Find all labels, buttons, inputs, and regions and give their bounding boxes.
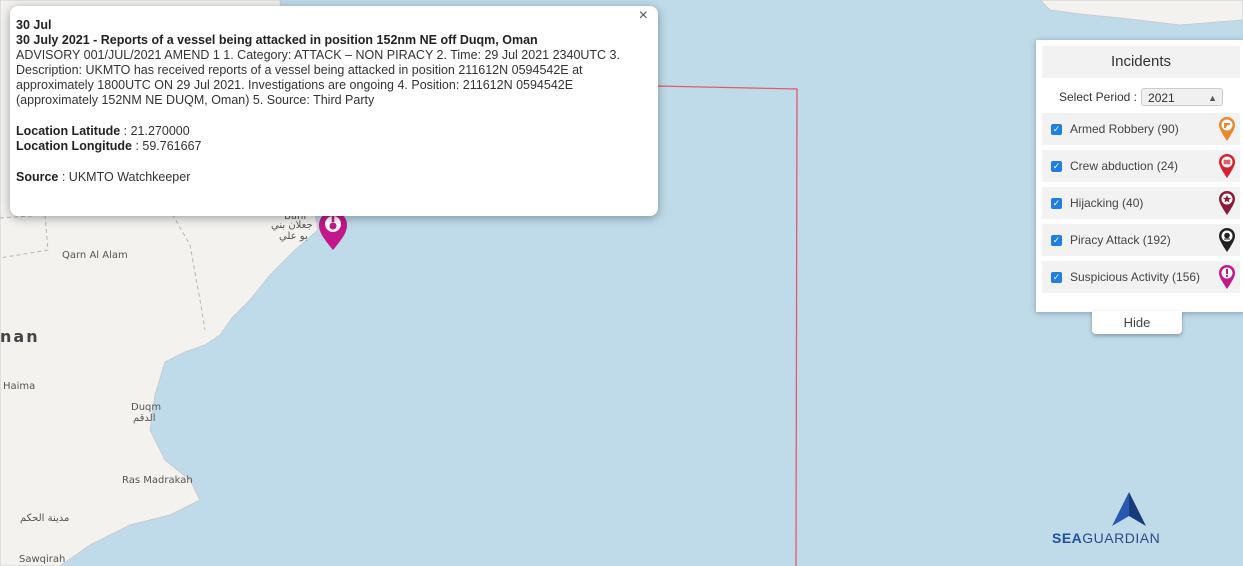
- armed-robbery-icon: [1219, 117, 1235, 141]
- period-select[interactable]: 2021 ▲: [1141, 88, 1224, 106]
- source-value: : UKMTO Watchkeeper: [58, 170, 191, 184]
- category-label: Suspicious Activity (156): [1070, 270, 1201, 284]
- logo-text-sea: SEA: [1052, 530, 1083, 546]
- place-label-jaalan-arabic-1: جعلان بني: [271, 220, 313, 231]
- place-label-oman: nan: [0, 327, 40, 346]
- place-label-madinat-al-hakm: مدينة الحكم: [20, 513, 70, 524]
- place-label-haima: Haima: [3, 381, 36, 392]
- checkbox-piracy-attack[interactable]: ✓: [1051, 234, 1062, 246]
- longitude-label: Location Longitude: [16, 139, 132, 153]
- category-suspicious-activity[interactable]: ✓ Suspicious Activity (156): [1042, 261, 1240, 293]
- reporting-area-boundary: [654, 85, 798, 566]
- popup-longitude: Location Longitude : 59.761667: [16, 139, 652, 154]
- close-icon[interactable]: ×: [639, 8, 648, 24]
- crew-abduction-icon: [1219, 154, 1235, 178]
- logo-sail-icon: [1112, 492, 1146, 526]
- place-label-duqm-arabic: الدقم: [133, 413, 156, 424]
- place-label-qarn-al-alam: Qarn Al Alam: [62, 250, 128, 261]
- checkbox-crew-abduction[interactable]: ✓: [1051, 160, 1062, 172]
- incident-popup: × 30 Jul 30 July 2021 - Reports of a ves…: [10, 6, 658, 216]
- latitude-label: Location Latitude: [16, 124, 121, 138]
- hijacking-icon: [1219, 191, 1235, 215]
- category-label: Crew abduction (24): [1070, 159, 1179, 173]
- source-label: Source: [16, 170, 59, 184]
- panel-title: Incidents: [1042, 46, 1240, 78]
- logo-text-guardian: GUARDIAN: [1082, 530, 1161, 546]
- popup-latitude: Location Latitude : 21.270000: [16, 124, 652, 139]
- category-label: Armed Robbery (90): [1070, 122, 1179, 136]
- checkbox-armed-robbery[interactable]: ✓: [1051, 123, 1062, 135]
- land-inlet: [228, 318, 244, 352]
- place-label-sawqirah: Sawqirah: [19, 554, 66, 565]
- category-hijacking[interactable]: ✓ Hijacking (40): [1042, 187, 1240, 219]
- period-label: Select Period :: [1058, 90, 1138, 104]
- longitude-value: : 59.761667: [131, 139, 202, 153]
- piracy-attack-icon: [1219, 228, 1235, 252]
- logo-text: SEAGUARDIAN: [1052, 530, 1160, 546]
- category-label: Piracy Attack (192): [1070, 233, 1171, 247]
- category-armed-robbery[interactable]: ✓ Armed Robbery (90): [1042, 113, 1240, 145]
- place-label-duqm: Duqm: [131, 402, 162, 413]
- checkbox-suspicious-activity[interactable]: ✓: [1051, 271, 1062, 283]
- checkbox-hijacking[interactable]: ✓: [1051, 197, 1062, 209]
- category-label: Hijacking (40): [1070, 196, 1144, 210]
- period-value: 2021: [1148, 91, 1175, 105]
- popup-headline: 30 July 2021 - Reports of a vessel being…: [16, 33, 538, 47]
- place-label-jaalan-arabic-2: بو علي: [279, 231, 308, 242]
- latitude-value: : 21.270000: [120, 124, 190, 138]
- popup-source: Source : UKMTO Watchkeeper: [16, 170, 652, 185]
- select-arrows-icon: ▲: [1208, 93, 1218, 103]
- incidents-panel: Incidents Select Period : 2021 ▲ ✓ Armed…: [1036, 40, 1243, 312]
- seaguardian-logo: SEAGUARDIAN: [1052, 490, 1212, 550]
- land-iran-coast: [1039, 0, 1243, 26]
- category-piracy-attack[interactable]: ✓ Piracy Attack (192): [1042, 224, 1240, 256]
- popup-date: 30 Jul: [16, 18, 52, 32]
- popup-body: ADVISORY 001/JUL/2021 AMEND 1 1. Categor…: [16, 48, 620, 107]
- period-row: Select Period : 2021 ▲: [1036, 86, 1243, 108]
- place-label-ras-madrakah: Ras Madrakah: [122, 475, 193, 486]
- incident-marker: [319, 211, 347, 250]
- category-crew-abduction[interactable]: ✓ Crew abduction (24): [1042, 150, 1240, 182]
- suspicious-activity-icon: [1219, 265, 1235, 289]
- hide-button[interactable]: Hide: [1092, 311, 1182, 334]
